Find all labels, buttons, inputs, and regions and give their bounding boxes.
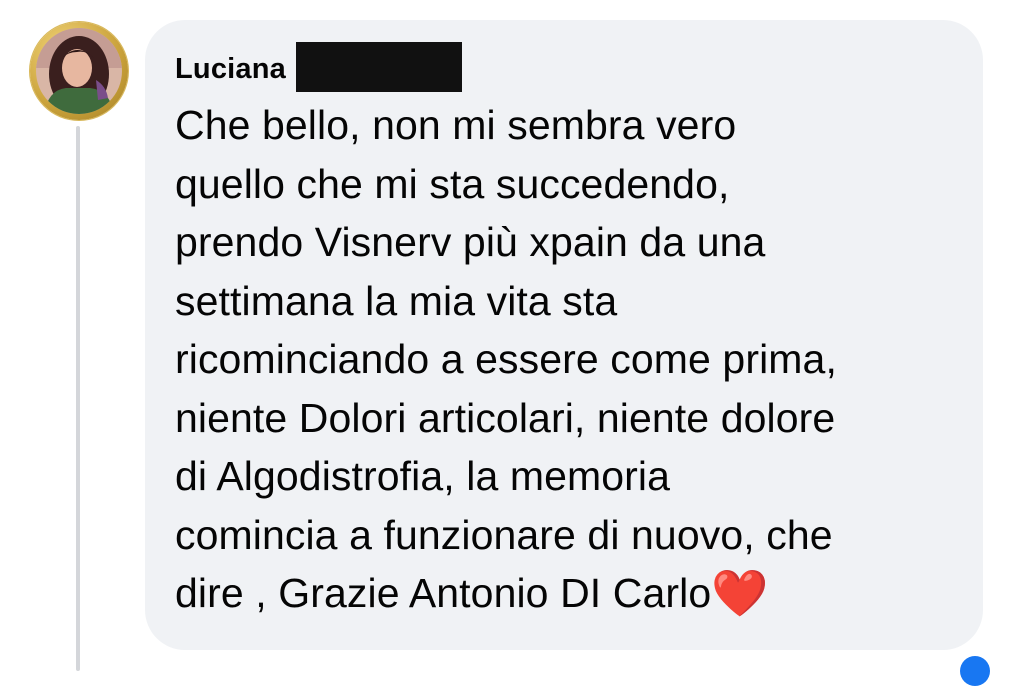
heart-emoji-icon: ❤️ xyxy=(711,567,769,619)
reaction-badge-icon xyxy=(960,656,990,686)
avatar[interactable] xyxy=(30,22,128,120)
avatar-photo xyxy=(36,28,122,114)
comment-author-row: Luciana xyxy=(175,42,462,92)
comment-bubble: Luciana Che bello, non mi sembra vero qu… xyxy=(145,20,983,650)
comment-text: Che bello, non mi sembra vero quello che… xyxy=(175,96,975,623)
redaction-bar xyxy=(296,42,462,92)
comment-author-name[interactable]: Luciana xyxy=(175,53,286,86)
thread-line xyxy=(76,126,80,671)
comment-body: Che bello, non mi sembra vero quello che… xyxy=(175,102,837,616)
